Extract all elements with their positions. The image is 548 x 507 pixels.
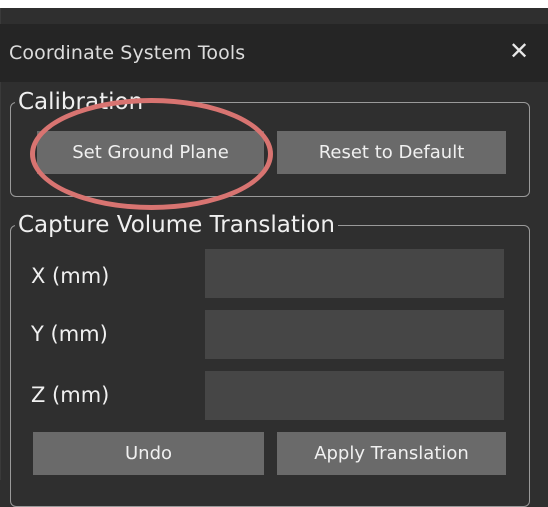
- y-mm-label: Y (mm): [31, 322, 108, 346]
- z-mm-field[interactable]: [205, 371, 504, 420]
- reset-to-default-button[interactable]: Reset to Default: [277, 131, 506, 174]
- calibration-legend: Calibration: [15, 88, 147, 116]
- apply-translation-button[interactable]: Apply Translation: [277, 432, 506, 475]
- x-mm-field[interactable]: [205, 249, 504, 298]
- capture-volume-translation-legend: Capture Volume Translation: [15, 211, 338, 239]
- top-strip: [0, 0, 548, 8]
- close-icon[interactable]: ✕: [506, 34, 532, 68]
- x-mm-label: X (mm): [31, 264, 110, 288]
- set-ground-plane-button[interactable]: Set Ground Plane: [37, 131, 264, 174]
- y-mm-field[interactable]: [205, 310, 504, 359]
- undo-button[interactable]: Undo: [33, 432, 264, 475]
- z-mm-label: Z (mm): [31, 383, 110, 407]
- window-title: Coordinate System Tools: [9, 42, 246, 64]
